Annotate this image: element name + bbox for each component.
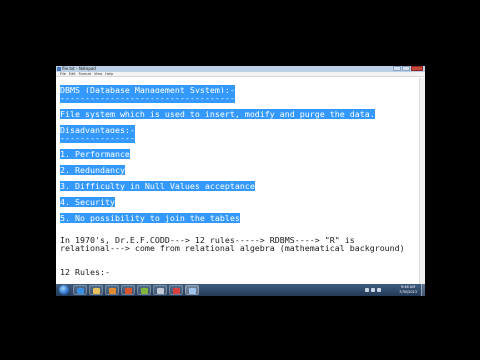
line-7: 2. Redundancy [60, 165, 125, 175]
text-line: relational---> come from relational alge… [60, 244, 405, 253]
minimize-button[interactable] [393, 66, 401, 71]
line-12: relational---> come from relational alge… [60, 243, 405, 253]
text-line: --------------- [60, 133, 135, 143]
taskbar-explorer[interactable] [89, 285, 103, 295]
line-2: ----------------------------------- [60, 93, 235, 103]
tray-flag-icon[interactable] [365, 288, 369, 292]
line-6: 1. Performance [60, 149, 130, 159]
menu-bar: File Edit Format View Help [56, 72, 425, 77]
text-line: File system which is used to insert, mod… [60, 109, 375, 119]
line-8: 3. Difficulty in Null Values acceptance [60, 181, 255, 191]
taskbar-app-2[interactable] [153, 285, 167, 295]
maximize-button[interactable] [402, 66, 410, 71]
menu-help[interactable]: Help [105, 72, 113, 76]
line-5: --------------- [60, 133, 135, 143]
vertical-scrollbar[interactable] [419, 78, 425, 284]
start-orb-icon[interactable] [59, 285, 69, 295]
text-line: 2. Redundancy [60, 165, 125, 175]
internet-explorer-icon [77, 288, 84, 294]
text-line: 5. No possibility to join the tables [60, 213, 240, 223]
text-editor-area[interactable]: DBMS (Database Management System):- ----… [56, 78, 425, 284]
tray-volume-icon[interactable] [377, 288, 381, 292]
text-line: ----------------------------------- [60, 93, 235, 103]
menu-format[interactable]: Format [79, 72, 91, 76]
taskbar: 9:46 AM 7/30/2013 [56, 284, 425, 296]
taskbar-app-3[interactable] [169, 285, 183, 295]
tray-network-icon[interactable] [371, 288, 375, 292]
notepad-icon [189, 288, 196, 294]
taskbar-media[interactable] [105, 285, 119, 295]
text-line: 4. Security [60, 197, 115, 207]
app-icon [141, 288, 148, 294]
taskbar-firefox[interactable] [121, 285, 135, 295]
text-line: 12 Rules:- [60, 268, 110, 277]
media-player-icon [109, 288, 116, 294]
taskbar-ie[interactable] [73, 285, 87, 295]
menu-file[interactable]: File [60, 72, 66, 76]
close-button[interactable] [411, 66, 423, 71]
menu-edit[interactable]: Edit [69, 72, 76, 76]
line-10: 5. No possibility to join the tables [60, 213, 240, 223]
notepad-screen: file.txt - Notepad File Edit Format View… [56, 66, 425, 296]
notepad-app-icon [57, 67, 61, 71]
taskbar-notepad[interactable] [185, 285, 199, 295]
text-line: 3. Difficulty in Null Values acceptance [60, 181, 255, 191]
taskbar-app-1[interactable] [137, 285, 151, 295]
line-3: File system which is used to insert, mod… [60, 109, 375, 119]
line-13: 12 Rules:- [60, 267, 110, 277]
system-tray: 9:46 AM 7/30/2013 [363, 284, 425, 296]
menu-view[interactable]: View [94, 72, 102, 76]
firefox-icon [125, 288, 132, 294]
app-icon [157, 288, 164, 294]
app-icon [173, 288, 180, 294]
clock-time: 9:46 AM [400, 285, 416, 289]
line-9: 4. Security [60, 197, 115, 207]
clock-date: 7/30/2013 [399, 289, 417, 294]
text-line: 1. Performance [60, 149, 130, 159]
clock[interactable]: 9:46 AM 7/30/2013 [399, 285, 417, 294]
show-desktop-button[interactable] [421, 284, 425, 296]
folder-icon [93, 288, 100, 294]
